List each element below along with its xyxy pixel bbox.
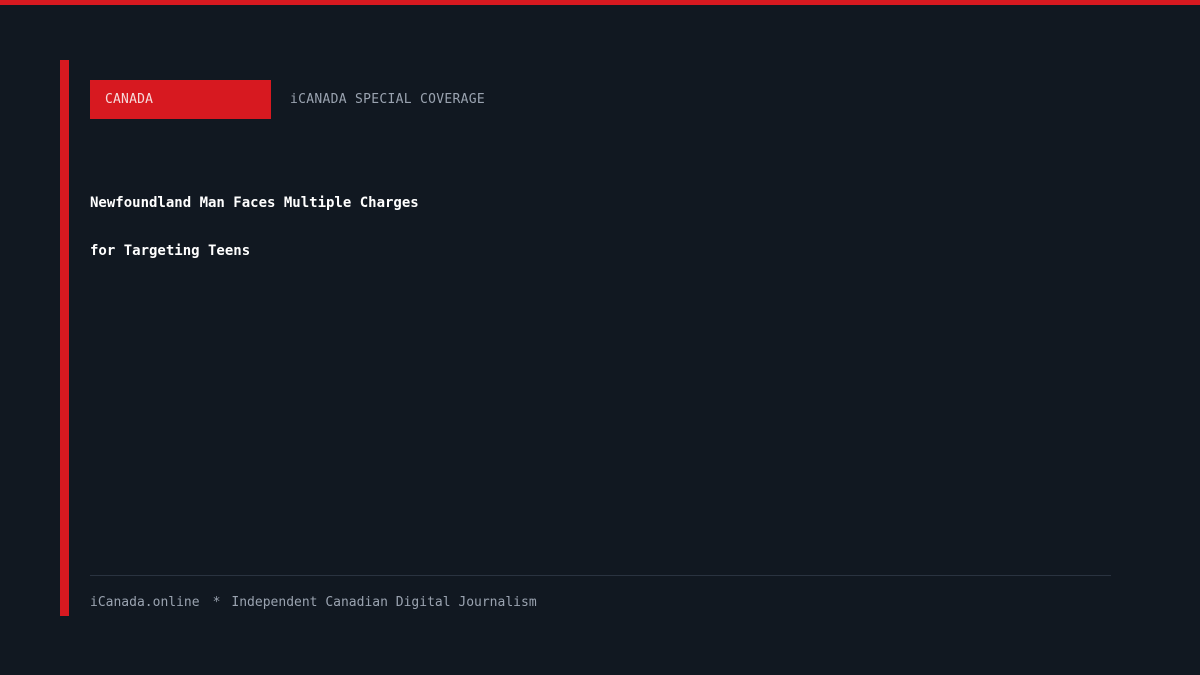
coverage-label: iCANADA SPECIAL COVERAGE <box>290 92 486 107</box>
footer-tagline: Independent Canadian Digital Journalism <box>231 595 537 610</box>
headline-line-1: Newfoundland Man Faces Multiple Charges <box>90 195 419 211</box>
left-accent-rule <box>60 60 69 616</box>
headline-line-2: for Targeting Teens <box>90 243 251 259</box>
footer-separator: * <box>212 595 221 610</box>
footer-divider <box>90 575 1111 576</box>
headline: Newfoundland Man Faces Multiple Charges … <box>90 186 1110 282</box>
footer-site-name: iCanada.online <box>90 595 200 610</box>
footer: iCanada.online * Independent Canadian Digi… <box>90 592 537 614</box>
top-accent-bar <box>0 0 1200 5</box>
category-badge: CANADA <box>90 80 271 119</box>
